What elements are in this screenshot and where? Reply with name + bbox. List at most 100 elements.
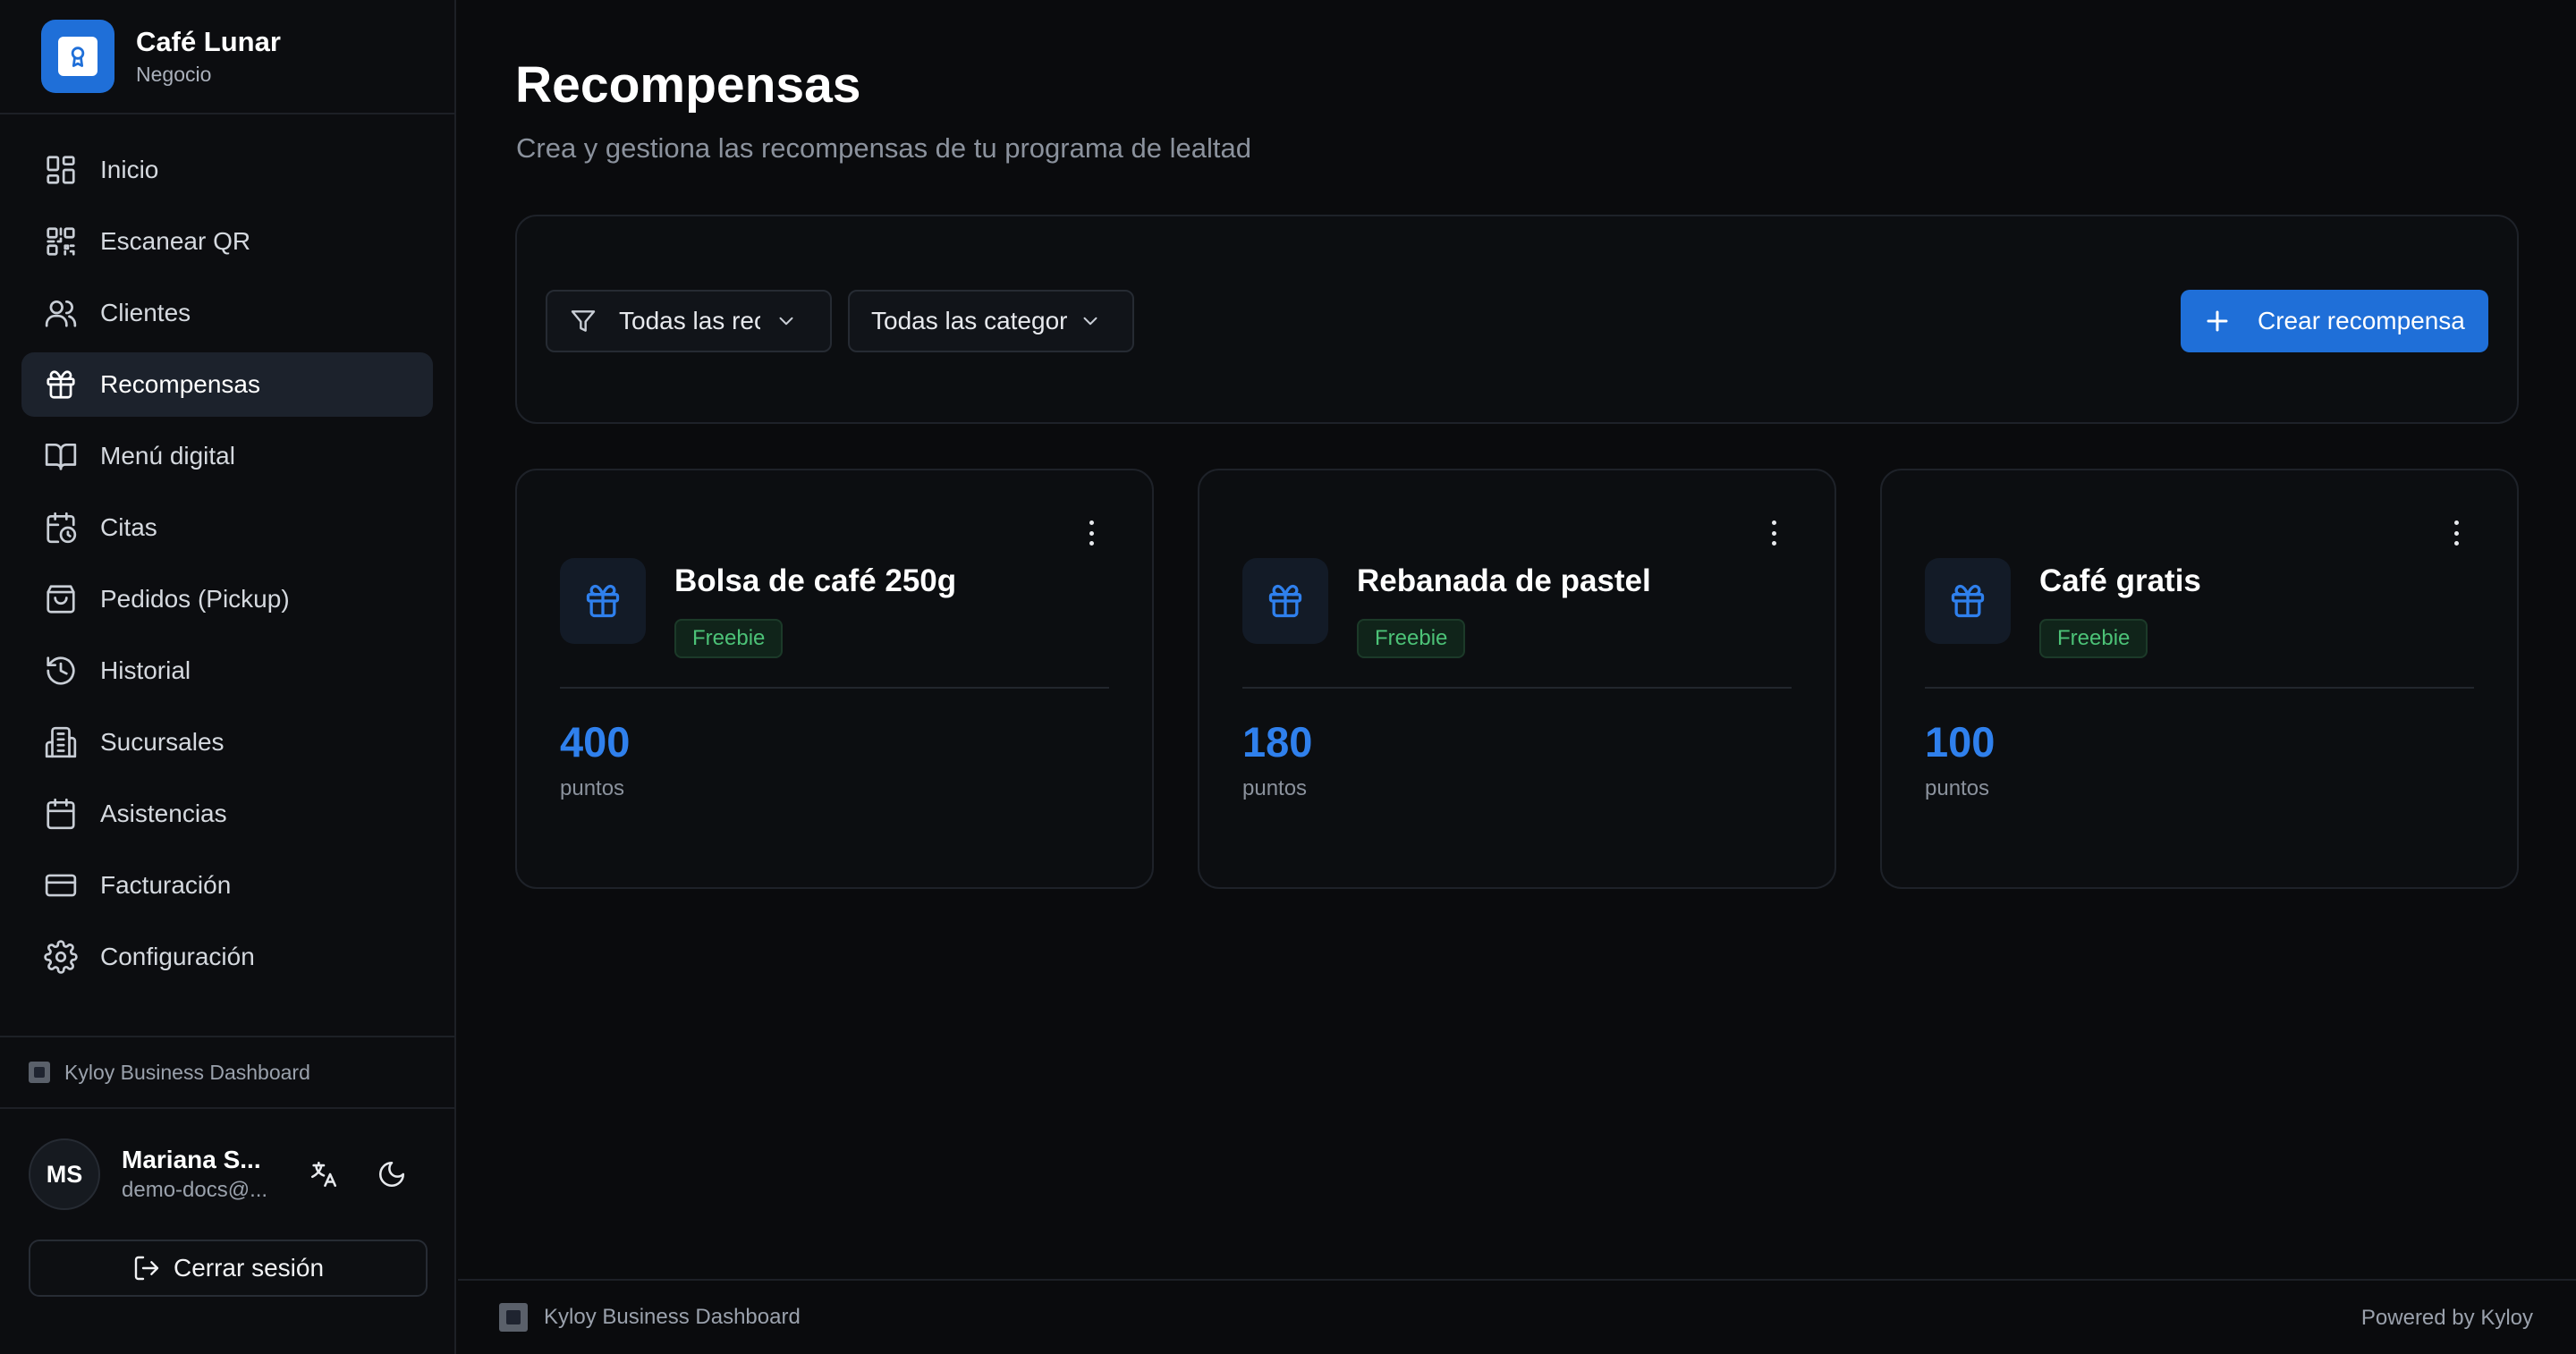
plus-icon xyxy=(2207,310,2228,332)
page-subtitle: Crea y gestiona las recompensas de tu pr… xyxy=(516,132,1251,164)
sidebar-item-pedidos[interactable]: Pedidos (Pickup) xyxy=(21,567,433,631)
grid-icon xyxy=(43,152,79,188)
theme-toggle-button[interactable] xyxy=(365,1147,419,1201)
reward-card[interactable]: Café gratis Freebie 100 puntos xyxy=(1880,469,2519,889)
sidebar-item-facturacion[interactable]: Facturación xyxy=(21,853,433,918)
chevron-down-icon xyxy=(779,317,793,326)
users-icon xyxy=(43,295,79,331)
reward-points-label: puntos xyxy=(560,776,625,800)
sidebar-item-label: Inicio xyxy=(100,156,159,183)
reward-points-label: puntos xyxy=(1242,776,1308,800)
sidebar-item-label: Pedidos (Pickup) xyxy=(100,585,290,613)
award-icon xyxy=(58,37,97,76)
reward-card[interactable]: Rebanada de pastel Freebie 180 puntos xyxy=(1198,469,1836,889)
sidebar-footer-text: Kyloy Business Dashboard xyxy=(64,1060,310,1084)
user-profile: MS Mariana S... demo-docs@... xyxy=(29,1138,431,1211)
page-footer: Kyloy Business Dashboard Powered by Kylo… xyxy=(458,1279,2576,1354)
sidebar-item-label: Recompensas xyxy=(100,370,260,398)
sidebar-item-configuracion[interactable]: Configuración xyxy=(21,925,433,989)
page-title: Recompensas xyxy=(515,56,861,114)
reward-title: Rebanada de pastel xyxy=(1357,563,1651,598)
more-vertical-icon[interactable] xyxy=(1768,520,1779,546)
brand-subtitle: Negocio xyxy=(136,63,212,86)
sidebar-item-label: Facturación xyxy=(100,871,232,899)
brand-name: Café Lunar xyxy=(136,26,281,57)
sidebar-item-label: Citas xyxy=(100,513,157,541)
reward-points: 400 xyxy=(560,718,631,766)
gear-icon xyxy=(43,939,79,975)
calendar-clock-icon xyxy=(43,510,79,546)
reward-type-badge: Freebie xyxy=(674,619,784,658)
brand-header[interactable]: Café Lunar Negocio xyxy=(0,0,454,114)
logout-button[interactable]: Cerrar sesión xyxy=(29,1240,428,1297)
create-reward-button[interactable]: Crear recompensa xyxy=(2181,290,2488,352)
book-icon xyxy=(43,438,79,474)
logout-icon xyxy=(134,1256,159,1281)
sidebar-item-label: Escanear QR xyxy=(100,227,251,255)
sidebar-item-label: Historial xyxy=(100,656,191,684)
sidebar: Café Lunar Negocio Inicio Escanear QR Cl… xyxy=(0,0,456,1354)
brand-logo xyxy=(41,20,114,93)
sidebar-item-clientes[interactable]: Clientes xyxy=(21,281,433,345)
gift-icon xyxy=(560,558,646,644)
filter-icon xyxy=(571,310,596,332)
sidebar-item-historial[interactable]: Historial xyxy=(21,639,433,703)
user-email: demo-docs@... xyxy=(122,1178,268,1202)
sidebar-item-label: Configuración xyxy=(100,943,255,970)
filter-panel: Todas las rec Todas las categor Crear re… xyxy=(515,215,2519,424)
create-reward-label: Crear recompensa xyxy=(2258,307,2465,334)
category-filter-select[interactable]: Todas las categor xyxy=(848,290,1134,352)
main-content: Recompensas Crea y gestiona las recompen… xyxy=(458,0,2576,1354)
credit-card-icon xyxy=(43,867,79,903)
qr-icon xyxy=(43,224,79,259)
gift-icon xyxy=(43,367,79,402)
chevron-down-icon xyxy=(1083,317,1097,326)
gift-icon xyxy=(1242,558,1328,644)
more-vertical-icon[interactable] xyxy=(2451,520,2462,546)
sidebar-item-citas[interactable]: Citas xyxy=(21,495,433,560)
category-filter-value: Todas las categor xyxy=(871,307,1068,334)
sidebar-item-recompensas[interactable]: Recompensas xyxy=(21,352,433,417)
card-divider xyxy=(1242,687,1792,689)
card-divider xyxy=(560,687,1109,689)
kyloy-logo-icon xyxy=(499,1303,528,1332)
rewards-grid: Bolsa de café 250g Freebie 400 puntos Re… xyxy=(515,469,2519,889)
footer-brand: Kyloy Business Dashboard xyxy=(544,1305,801,1329)
footer-powered-by[interactable]: Powered by Kyloy xyxy=(2361,1306,2533,1331)
avatar[interactable]: MS xyxy=(29,1138,100,1210)
history-icon xyxy=(43,653,79,689)
language-button[interactable] xyxy=(297,1147,351,1201)
user-name: Mariana S... xyxy=(122,1146,261,1173)
gift-icon xyxy=(1925,558,2011,644)
reward-points-label: puntos xyxy=(1925,776,1990,800)
reward-card[interactable]: Bolsa de café 250g Freebie 400 puntos xyxy=(515,469,1154,889)
sidebar-item-escanear-qr[interactable]: Escanear QR xyxy=(21,209,433,274)
sidebar-item-label: Sucursales xyxy=(100,728,225,756)
kyloy-logo-icon xyxy=(29,1062,50,1083)
reward-type-badge: Freebie xyxy=(1357,619,1466,658)
sidebar-item-menu-digital[interactable]: Menú digital xyxy=(21,424,433,488)
sidebar-item-label: Clientes xyxy=(100,299,191,326)
reward-title: Bolsa de café 250g xyxy=(674,563,957,598)
sidebar-item-label: Menú digital xyxy=(100,442,235,470)
card-divider xyxy=(1925,687,2474,689)
reward-title: Café gratis xyxy=(2039,563,2201,598)
reward-points: 100 xyxy=(1925,718,1996,766)
calendar-icon xyxy=(43,796,79,832)
status-filter-value: Todas las rec xyxy=(619,307,760,334)
logout-label: Cerrar sesión xyxy=(173,1254,325,1282)
reward-type-badge: Freebie xyxy=(2039,619,2148,658)
sidebar-item-asistencias[interactable]: Asistencias xyxy=(21,782,433,846)
sidebar-footer-brand: Kyloy Business Dashboard xyxy=(0,1036,454,1109)
status-filter-select[interactable]: Todas las rec xyxy=(546,290,832,352)
more-vertical-icon[interactable] xyxy=(1086,520,1097,546)
sidebar-nav: Inicio Escanear QR Clientes Recompensas … xyxy=(0,114,454,989)
sidebar-item-inicio[interactable]: Inicio xyxy=(21,138,433,202)
shopping-bag-icon xyxy=(43,581,79,617)
reward-points: 180 xyxy=(1242,718,1313,766)
building-icon xyxy=(43,724,79,760)
sidebar-item-sucursales[interactable]: Sucursales xyxy=(21,710,433,774)
moon-icon xyxy=(378,1161,405,1188)
sidebar-item-label: Asistencias xyxy=(100,800,227,827)
translate-icon xyxy=(310,1161,337,1188)
